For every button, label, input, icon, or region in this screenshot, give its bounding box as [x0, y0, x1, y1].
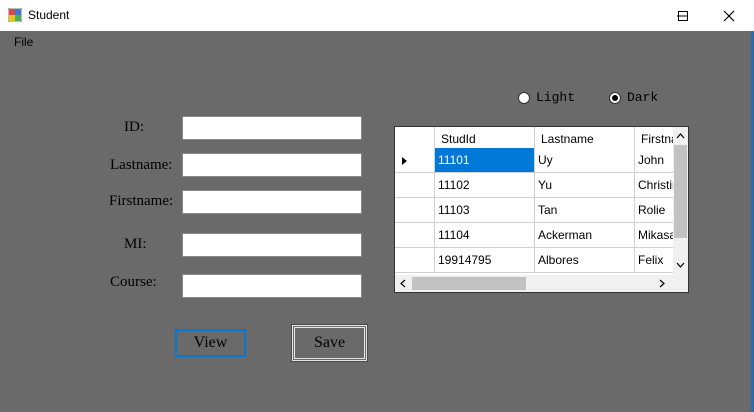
table-cell[interactable]: 19914795 — [435, 248, 535, 273]
student-grid[interactable]: StudId Lastname Firstna 11101 Uy John 11… — [394, 126, 689, 293]
horizontal-scrollbar-graphic — [400, 277, 665, 290]
mi-field[interactable] — [182, 233, 362, 257]
table-cell[interactable]: Tan — [535, 198, 635, 223]
row-header[interactable] — [395, 148, 435, 173]
table-cell[interactable]: Albores — [535, 248, 635, 273]
student-window: Student File ID: Lastname: Firstname: MI… — [0, 0, 754, 412]
title-bar: Student — [0, 0, 754, 31]
current-row-arrow-icon — [402, 157, 407, 165]
window-title: Student — [28, 8, 70, 22]
scroll-right-icon — [659, 279, 665, 288]
grid-body: StudId Lastname Firstna 11101 Uy John 11… — [395, 127, 673, 275]
table-cell[interactable]: Uy — [535, 148, 635, 173]
course-label: Course: — [110, 274, 157, 290]
vertical-scroll-thumb — [674, 145, 687, 238]
row-header[interactable] — [395, 223, 435, 248]
table-row[interactable]: 11103 Tan Rolie — [395, 198, 673, 223]
table-row[interactable]: 11101 Uy John — [395, 148, 673, 173]
table-row[interactable]: 11104 Ackerman Mikasa — [395, 223, 673, 248]
table-cell[interactable]: Felix — [635, 248, 673, 273]
row-header[interactable] — [395, 248, 435, 273]
save-button-label: Save — [313, 334, 346, 351]
table-cell[interactable]: 11103 — [435, 198, 535, 223]
scroll-left-icon — [400, 279, 406, 288]
close-icon — [723, 10, 735, 21]
lastname-field[interactable] — [182, 153, 362, 177]
table-cell[interactable]: Yu — [535, 173, 635, 198]
light-radio-circle — [518, 91, 530, 104]
close-button[interactable] — [706, 0, 752, 31]
view-button-label: View — [193, 334, 228, 351]
light-radio-label: Light — [536, 90, 576, 105]
scroll-up-icon — [676, 133, 685, 139]
horizontal-scroll-thumb — [412, 277, 526, 290]
table-cell[interactable]: John — [635, 148, 673, 173]
table-cell[interactable]: Ackerman — [535, 223, 635, 248]
table-cell[interactable]: 11104 — [435, 223, 535, 248]
firstname-label: Firstname: — [109, 193, 174, 209]
row-header[interactable] — [395, 198, 435, 223]
dark-radio-label: Dark — [627, 90, 659, 105]
dark-radio[interactable]: Dark — [609, 90, 658, 105]
maximize-icon — [678, 10, 688, 21]
table-cell[interactable]: Mikasa — [635, 223, 673, 248]
maximize-button[interactable] — [660, 0, 706, 31]
scrollbar-corner — [673, 275, 688, 292]
id-field[interactable] — [182, 116, 362, 140]
dark-radio-circle — [609, 91, 621, 104]
menu-file[interactable]: File — [14, 35, 33, 49]
app-icon — [7, 7, 23, 23]
dark-radio-dot — [612, 94, 618, 101]
table-cell[interactable]: Rolie — [635, 198, 673, 223]
table-row[interactable]: 11102 Yu Christin — [395, 173, 673, 198]
scroll-down-icon — [676, 262, 685, 268]
vertical-scrollbar-graphic — [674, 133, 687, 268]
table-row[interactable]: 19914795 Albores Felix — [395, 248, 673, 273]
save-button[interactable]: Save — [291, 324, 368, 362]
mi-label: MI: — [124, 236, 147, 252]
vertical-scrollbar[interactable] — [673, 127, 688, 275]
row-header[interactable] — [395, 173, 435, 198]
table-cell[interactable]: 11102 — [435, 173, 535, 198]
firstname-field[interactable] — [182, 190, 362, 214]
lastname-label: Lastname: — [110, 157, 173, 173]
course-field[interactable] — [182, 274, 362, 298]
table-cell[interactable]: 11101 — [435, 148, 535, 173]
menu-bar: File — [0, 31, 754, 53]
view-button[interactable]: View — [175, 329, 246, 357]
horizontal-scrollbar[interactable] — [395, 275, 673, 292]
light-radio[interactable]: Light — [518, 90, 575, 105]
table-cell[interactable]: Christin — [635, 173, 673, 198]
id-label: ID: — [124, 119, 144, 135]
